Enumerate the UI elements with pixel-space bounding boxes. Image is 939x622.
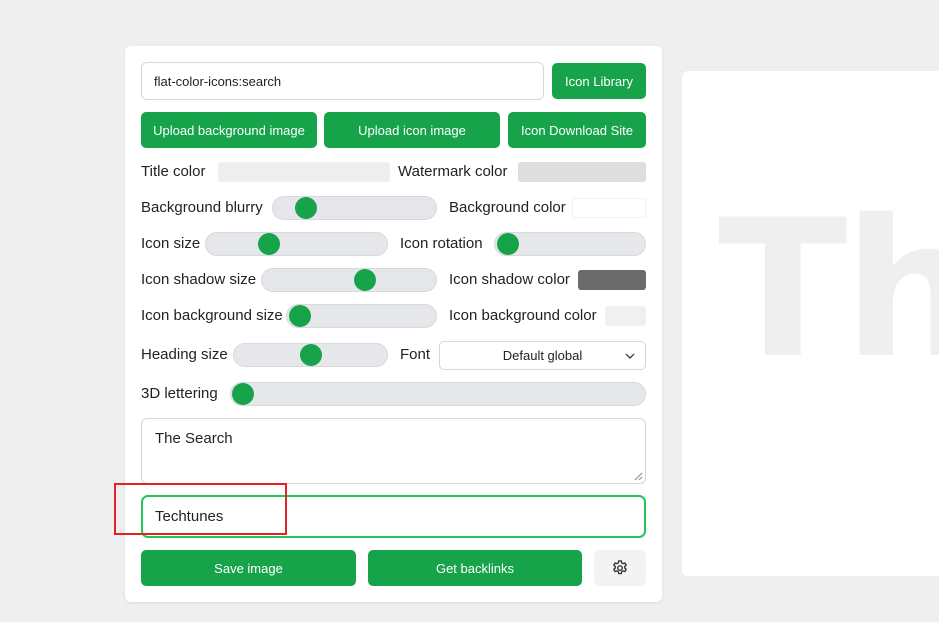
icon-library-button[interactable]: Icon Library xyxy=(552,63,646,99)
title-color-label: Title color xyxy=(141,163,206,180)
slider-thumb[interactable] xyxy=(289,305,311,327)
title-color-picker[interactable] xyxy=(218,162,390,182)
icon-name-value: flat-color-icons:search xyxy=(154,73,282,89)
resize-grip-icon[interactable] xyxy=(634,472,643,481)
watermark-color-picker[interactable] xyxy=(518,162,646,182)
heading-size-label: Heading size xyxy=(141,346,228,363)
slider-thumb[interactable] xyxy=(299,344,322,366)
title-textarea[interactable]: The Search xyxy=(141,418,646,484)
settings-button[interactable] xyxy=(594,550,646,586)
get-backlinks-button[interactable]: Get backlinks xyxy=(368,550,582,586)
background-blurry-label: Background blurry xyxy=(141,199,263,216)
watermark-color-label: Watermark color xyxy=(398,163,508,180)
icon-background-size-slider[interactable] xyxy=(286,304,437,328)
upload-background-button[interactable]: Upload background image xyxy=(141,112,317,148)
slider-thumb[interactable] xyxy=(232,383,254,405)
background-blurry-slider[interactable] xyxy=(272,196,437,220)
icon-shadow-size-label: Icon shadow size xyxy=(141,271,257,288)
font-select-value: Default global xyxy=(502,348,583,363)
title-textarea-value: The Search xyxy=(155,430,233,447)
icon-rotation-label: Icon rotation xyxy=(400,235,483,252)
highlight-box xyxy=(114,483,287,535)
font-label: Font xyxy=(400,346,431,363)
slider-thumb[interactable] xyxy=(497,233,519,255)
icon-name-input[interactable]: flat-color-icons:search xyxy=(141,62,544,100)
icon-background-color-picker[interactable] xyxy=(605,306,646,326)
icon-rotation-slider[interactable] xyxy=(494,232,646,256)
icon-shadow-color-label: Icon shadow color xyxy=(449,271,570,288)
icon-size-label: Icon size xyxy=(141,235,201,252)
slider-thumb[interactable] xyxy=(258,233,281,255)
slider-thumb[interactable] xyxy=(353,269,376,291)
background-color-picker[interactable] xyxy=(572,198,646,218)
gear-icon xyxy=(613,560,627,575)
save-image-button[interactable]: Save image xyxy=(141,550,356,586)
upload-icon-button[interactable]: Upload icon image xyxy=(324,112,500,148)
lettering-3d-label: 3D lettering xyxy=(141,385,218,402)
icon-background-size-label: Icon background size xyxy=(141,307,283,324)
slider-thumb[interactable] xyxy=(294,197,317,219)
image-preview: Th xyxy=(682,71,939,576)
icon-background-color-label: Icon background color xyxy=(449,307,597,324)
lettering-3d-slider[interactable] xyxy=(230,382,646,406)
background-color-label: Background color xyxy=(449,199,566,216)
icon-size-slider[interactable] xyxy=(205,232,388,256)
font-select[interactable]: Default global xyxy=(439,341,646,370)
icon-shadow-color-picker[interactable] xyxy=(578,270,646,290)
chevron-down-icon xyxy=(625,353,635,359)
preview-title-text: Th xyxy=(718,179,939,400)
heading-size-slider[interactable] xyxy=(233,343,388,367)
icon-shadow-size-slider[interactable] xyxy=(261,268,437,292)
icon-download-site-button[interactable]: Icon Download Site xyxy=(508,112,646,148)
